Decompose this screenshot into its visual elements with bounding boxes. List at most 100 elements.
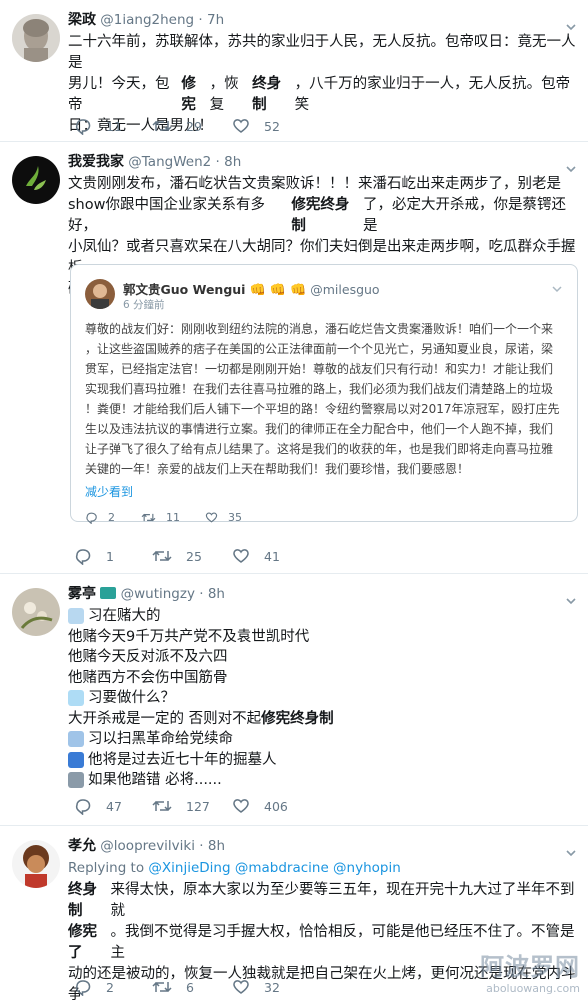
quoted-name[interactable]: 郭文贵Guo Wengui	[123, 282, 245, 297]
quoted-text: 尊敬的战友们好：刚刚收到纽约法院的消息，潘石屹烂告文贵案潘败诉！咱们一个一个来 …	[85, 319, 563, 479]
quoted-tweet[interactable]: 郭文贵Guo Wengui 👊 👊 👊 @milesguo 6 分鐘前 尊敬的战…	[70, 264, 578, 524]
handle[interactable]: @wutingzy	[121, 586, 195, 602]
reply-button[interactable]: 2	[85, 511, 115, 524]
quoted-handle[interactable]: @milesguo	[310, 282, 379, 297]
reply-button[interactable]: 1	[74, 546, 114, 566]
chevron-down-icon[interactable]	[564, 594, 578, 608]
quoted-avatar[interactable]	[85, 279, 115, 309]
like-button[interactable]: 32	[232, 977, 280, 997]
display-name[interactable]: 我爱我家	[68, 154, 124, 170]
text-segment: 他赌今天9千万共产党不及袁世凯时代	[68, 628, 310, 645]
text-line: 终身制 来得太快，原本大家以为至少要等三五年，现在开完十九大过了半年不到就	[68, 880, 578, 922]
reply-count: 11	[106, 118, 122, 134]
chevron-down-icon[interactable]	[564, 20, 578, 34]
emoji-icon	[68, 608, 84, 625]
avatar[interactable]	[12, 14, 60, 62]
quoted-line: 让子弹飞了很久了给有点儿结果了。这将是我们的收获的年，也是我们即将走向喜马拉雅	[85, 442, 554, 456]
tweet-header: 雾亭 @wutingzy · 8h	[68, 586, 225, 602]
like-button[interactable]: 41	[232, 546, 280, 566]
text-segment: 他赌西方不会伤中国筋骨	[68, 669, 228, 686]
avatar[interactable]	[12, 840, 60, 888]
handle[interactable]: @1iang2heng	[100, 12, 194, 28]
timestamp[interactable]: 8h	[208, 838, 225, 854]
quoted-line: 生以及违法抗议的事情进行立案。我们的律师正在全力配合中，他们一个人跑不掉，我们	[85, 422, 554, 436]
chevron-down-icon[interactable]	[564, 162, 578, 176]
display-name[interactable]: 雾亭	[68, 586, 96, 602]
like-button[interactable]: 406	[232, 796, 288, 816]
text-line: 大开杀戒是一定的 否则对不起 修宪终身制	[68, 709, 578, 730]
retweet-count: 6	[186, 979, 194, 995]
text-line: show你跟中国企业家关系有多好， 修宪终身制 了，必定大开杀戒，你是蔡锷还是	[68, 195, 578, 237]
fist-emoji: 👊 👊 👊	[249, 283, 307, 298]
reply-count: 2	[106, 979, 114, 995]
text-line: 男儿！今天，包帝 修宪 ，恢复 终身制 ，八千万的家业归于一人，无人反抗。包帝笑	[68, 74, 578, 116]
tweet-header: 梁政 @1iang2heng · 7h	[68, 12, 225, 28]
watermark: 阿波罗网 aboluowang.com	[480, 947, 580, 995]
retweet-icon	[141, 513, 156, 522]
text-segment: 他赌今天反对派不及六四	[68, 649, 228, 665]
text-line: 日：竟无一人是男儿！	[68, 116, 578, 137]
timestamp[interactable]: 8h	[208, 586, 225, 602]
quoted-line: 关键的一年！亲爱的战友们上天在帮助我们！我们要珍惜，我们要感恩！	[85, 462, 470, 476]
handle[interactable]: @looprevilviki	[100, 838, 195, 854]
quoted-line: 贯军，已经指定法官！一切都是刚刚开始！尊敬的战友们只有行动！和实力！才能让我们	[85, 362, 554, 376]
quoted-line: 尊敬的战友们好：刚刚收到纽约法院的消息，潘石屹烂告文贵案潘败诉！咱们一个一个来	[85, 322, 554, 336]
show-less-link[interactable]: 减少看到	[85, 483, 133, 500]
tweet[interactable]: 梁政 @1iang2heng · 7h 二十六年前，苏联解体，苏共的家业归于人民…	[0, 0, 588, 142]
retweet-button[interactable]: 25	[152, 546, 202, 566]
retweet-icon	[152, 120, 172, 132]
handle[interactable]: @TangWen2	[128, 154, 211, 170]
text-segment: 男儿！今天，包帝	[68, 76, 170, 113]
retweet-count: 29	[186, 118, 202, 134]
text-segment: 如果他踏错 必将......	[88, 772, 222, 788]
flag-emoji-icon	[100, 587, 117, 599]
like-button[interactable]: 35	[205, 511, 242, 524]
timestamp[interactable]: 7h	[207, 12, 224, 28]
reply-button[interactable]: 47	[74, 796, 122, 816]
reply-icon	[86, 512, 97, 524]
reply-button[interactable]: 11	[74, 116, 122, 136]
text-line: 他赌今天9千万共产党不及袁世凯时代	[68, 627, 578, 648]
quoted-header: 郭文贵Guo Wengui 👊 👊 👊 @milesguo	[123, 279, 380, 298]
reply-button[interactable]: 2	[74, 977, 114, 997]
tweet[interactable]: 雾亭 @wutingzy · 8h 习在赌大的 他赌今天9千万共产党不及袁世凯时代…	[0, 574, 588, 826]
text-line: 他赌今天反对派不及六四	[68, 647, 578, 668]
chevron-down-icon[interactable]	[551, 283, 563, 295]
emoji-icon	[68, 772, 84, 789]
retweet-button[interactable]: 127	[152, 796, 210, 816]
text-segment: 来得太快，原本大家以为至少要等三五年，现在开完十九大过了半年不到就	[110, 882, 575, 919]
reply-icon	[75, 799, 91, 815]
retweet-button[interactable]: 29	[152, 116, 202, 136]
quoted-line: ！粪便！才能给我们后人铺下一个平坦的路！令纽约警察局以对2017年凉冠军，殴打庄…	[85, 402, 560, 416]
text-line: 习以扫黑革命给党续命	[68, 729, 578, 750]
retweet-count: 25	[186, 548, 202, 564]
text-segment: show你跟中国企业家关系有多好，	[68, 197, 265, 234]
text-line: 二十六年前，苏联解体，苏共的家业归于人民，无人反抗。包帝叹日：竟无一人是	[68, 32, 578, 74]
text-segment: 了，必定大开杀戒，你是蔡锷还是	[363, 197, 567, 234]
text-segment: 他将是过去近七十年的掘墓人	[88, 751, 277, 768]
tweet-header: 我爱我家 @TangWen2 · 8h	[68, 154, 242, 170]
timestamp[interactable]: 8h	[224, 154, 241, 170]
tweet[interactable]: 我爱我家 @TangWen2 · 8h 文贵刚刚发布，潘石屹状告文贵案败诉！！！…	[0, 142, 588, 574]
retweet-button[interactable]: 6	[152, 977, 194, 997]
avatar[interactable]	[12, 156, 60, 204]
text-segment: 二十六年前，苏联解体，苏共的家业归于人民，无人反抗。包帝叹日：竟无一人是	[68, 34, 576, 71]
text-segment: ，恢复	[209, 76, 239, 113]
reply-icon	[75, 549, 91, 565]
bold-text: 修宪终身制	[291, 197, 350, 234]
retweet-button[interactable]: 11	[141, 511, 180, 524]
reply-mentions[interactable]: @XinjieDing @mabdracine @nyhopin	[148, 860, 400, 876]
like-count: 41	[264, 548, 280, 564]
heart-icon	[233, 980, 249, 994]
avatar[interactable]	[12, 588, 60, 636]
tweet-text: 习在赌大的 他赌今天9千万共产党不及袁世凯时代 他赌今天反对派不及六四 他赌西方不会伤…	[68, 606, 578, 791]
text-line: 他赌西方不会伤中国筋骨	[68, 668, 578, 689]
retweet-icon	[152, 550, 172, 562]
reply-count: 1	[106, 548, 114, 564]
like-button[interactable]: 52	[232, 116, 280, 136]
heart-icon	[233, 799, 249, 813]
bold-text: 修宪	[181, 76, 196, 113]
display-name[interactable]: 梁政	[68, 12, 96, 28]
display-name[interactable]: 孝允	[68, 838, 96, 854]
chevron-down-icon[interactable]	[564, 846, 578, 860]
